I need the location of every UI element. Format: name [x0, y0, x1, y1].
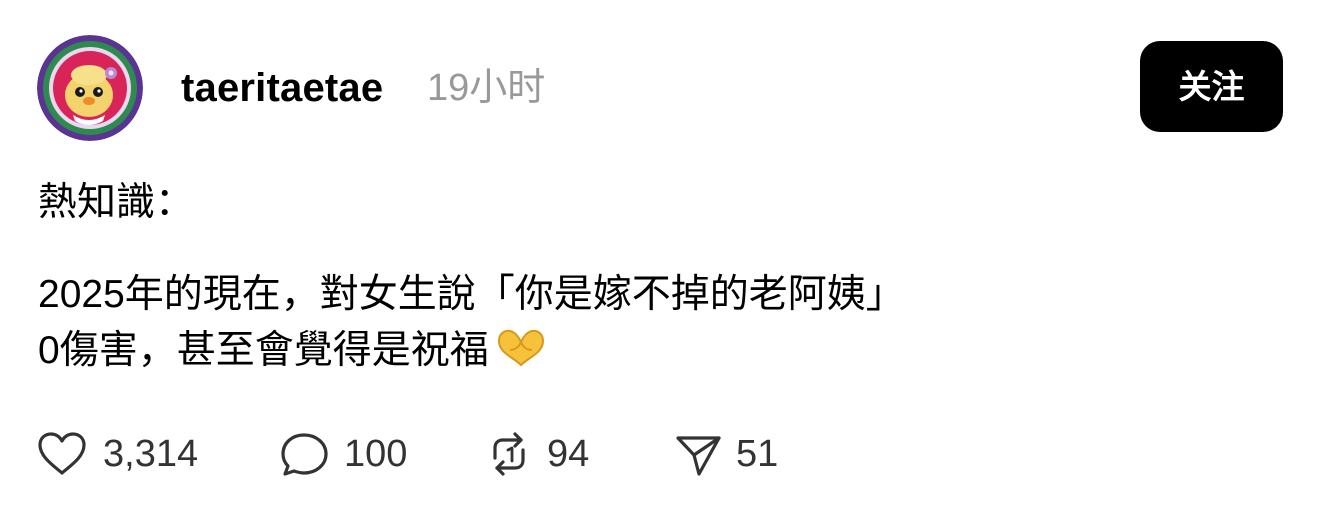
- post-timestamp: 19小时: [427, 67, 546, 109]
- post-text-line: 2025年的現在，對女生說「你是嫁不掉的老阿姨」: [38, 273, 905, 316]
- heart-icon: [38, 432, 86, 475]
- share-count: 51: [736, 433, 779, 475]
- send-icon: [676, 436, 721, 476]
- repost-icon: [493, 432, 525, 476]
- comment-button[interactable]: 100: [279, 428, 414, 480]
- like-button[interactable]: 3,314: [36, 428, 211, 480]
- thread-post: taeritaetae 19小时 关注 熱知識： 2025年的現在，對女生說「你…: [0, 0, 1320, 519]
- comment-count: 100: [344, 433, 408, 475]
- comment-bubble-icon: [281, 433, 328, 476]
- repost-button[interactable]: 94: [483, 428, 601, 480]
- post-text: 熱知識： 2025年的現在，對女生說「你是嫁不掉的老阿姨」 0傷害，甚至會覺得是…: [38, 175, 1288, 379]
- like-count: 3,314: [103, 433, 199, 475]
- avatar-image: [37, 35, 143, 141]
- repost-count: 94: [547, 433, 590, 475]
- post-text-line-with-emoji: 0傷害，甚至會覺得是祝福: [38, 323, 1288, 379]
- follow-button[interactable]: 关注: [1140, 41, 1283, 132]
- username[interactable]: taeritaetae: [181, 62, 383, 114]
- post-text-line: 0傷害，甚至會覺得是祝福: [38, 329, 489, 372]
- post-text-line: 熱知識：: [38, 181, 195, 224]
- heart-hands-icon: [497, 329, 544, 367]
- share-button[interactable]: 51: [673, 428, 783, 480]
- avatar[interactable]: [37, 35, 143, 141]
